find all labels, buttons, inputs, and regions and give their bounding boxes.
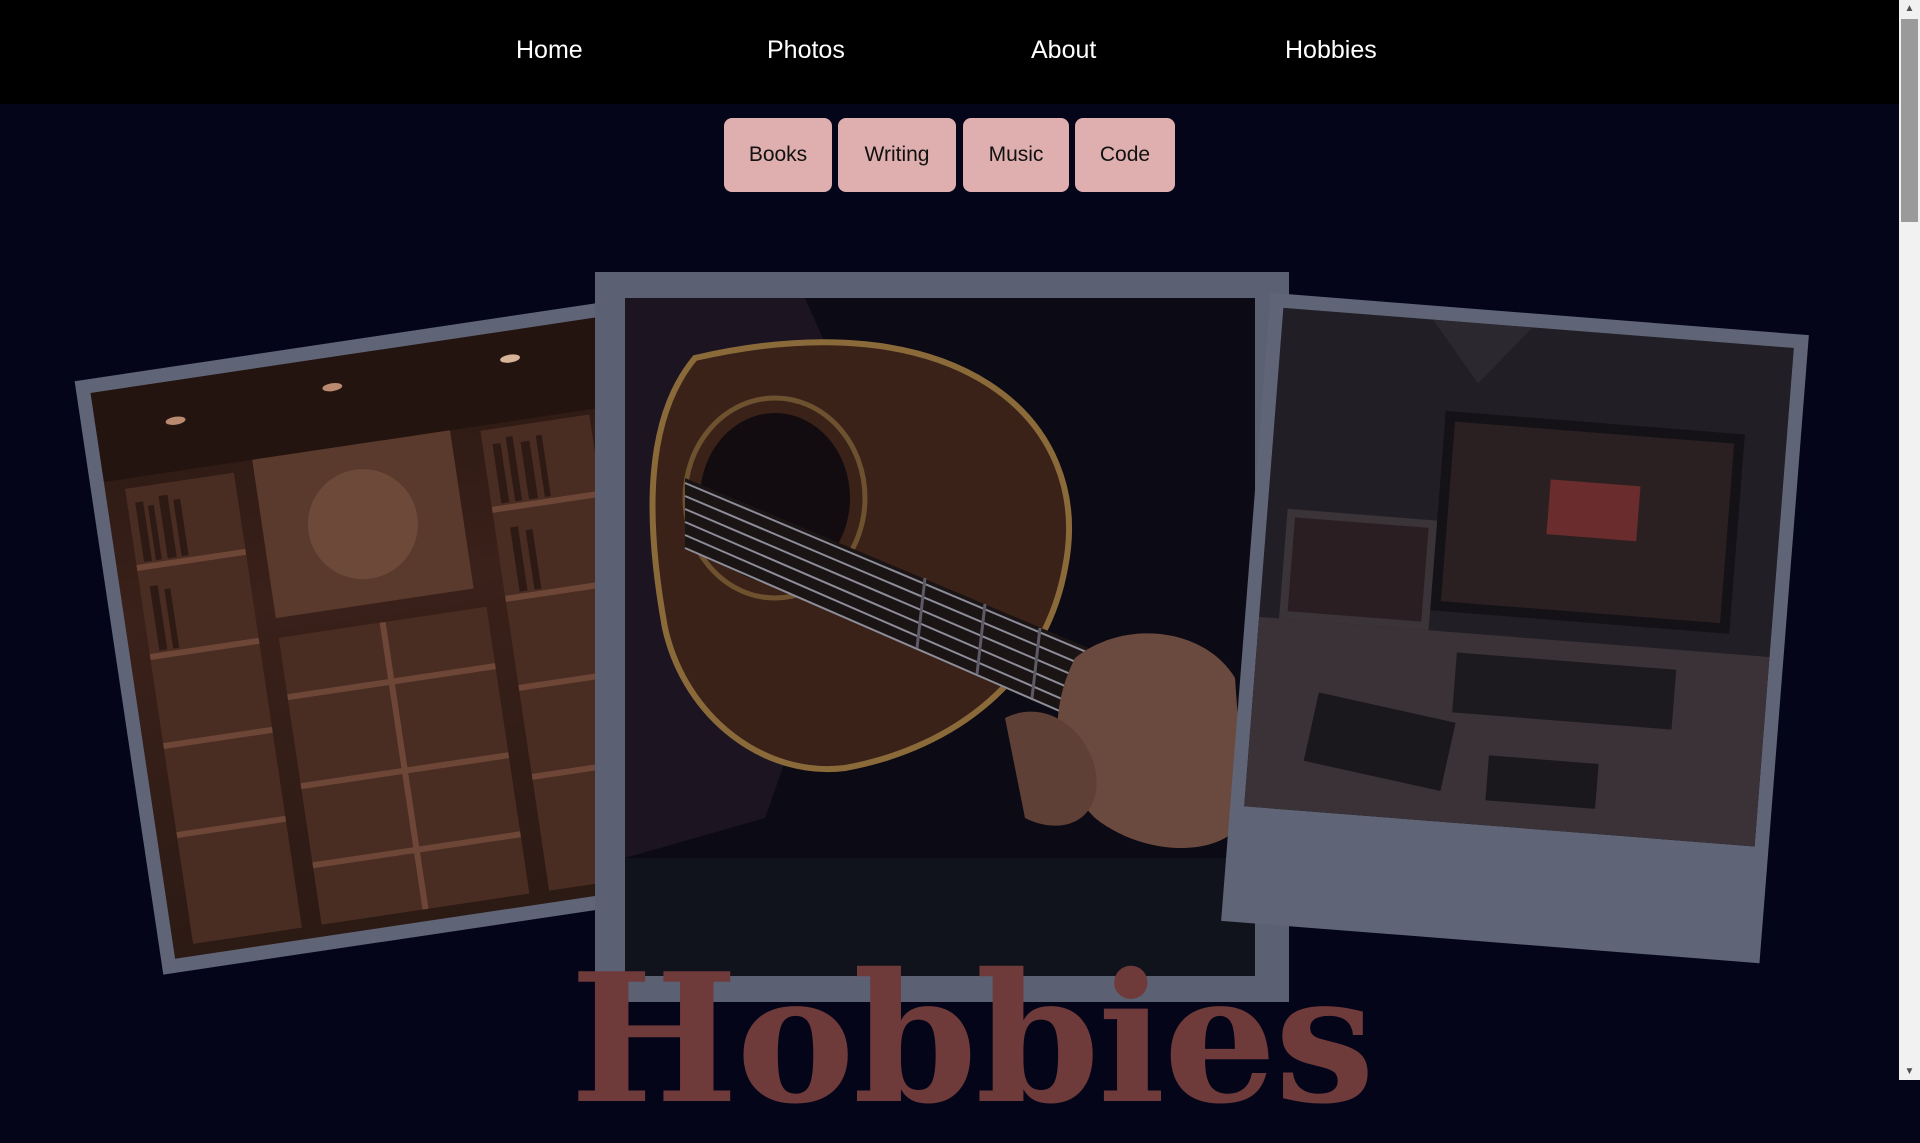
bookshelf-illustration xyxy=(90,317,658,944)
guitar-image xyxy=(625,298,1255,976)
computer-desk-illustration xyxy=(1244,307,1794,847)
nav-home-link[interactable]: Home xyxy=(516,36,583,65)
writing-button[interactable]: Writing xyxy=(838,118,956,192)
nav-hobbies-link[interactable]: Hobbies xyxy=(1285,36,1377,65)
nav-photos-link[interactable]: Photos xyxy=(767,36,845,65)
guitar-photo xyxy=(595,272,1289,1002)
nav-about-link[interactable]: About xyxy=(1031,36,1096,65)
computer-desk-photo xyxy=(1221,292,1809,964)
top-nav-bar: Home Photos About Hobbies xyxy=(0,0,1899,104)
page-title: Hobbies xyxy=(570,934,1375,1143)
scrollbar-thumb[interactable] xyxy=(1901,19,1918,222)
triangle-down-icon[interactable]: ▼ xyxy=(1899,1063,1920,1080)
bookshelf-image xyxy=(90,317,682,959)
code-button[interactable]: Code xyxy=(1075,118,1175,192)
books-button[interactable]: Books xyxy=(724,118,832,192)
guitar-illustration xyxy=(625,298,1255,976)
vertical-scrollbar[interactable]: ▲ ▼ xyxy=(1899,0,1920,1080)
triangle-up-icon[interactable]: ▲ xyxy=(1899,0,1920,17)
computer-desk-image xyxy=(1244,307,1794,847)
music-button[interactable]: Music xyxy=(963,118,1069,192)
